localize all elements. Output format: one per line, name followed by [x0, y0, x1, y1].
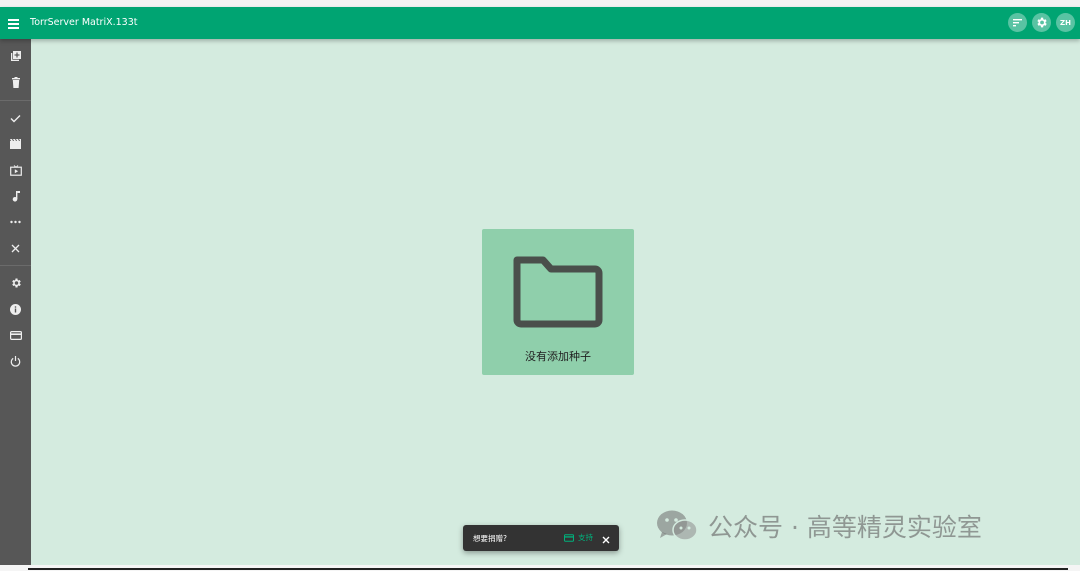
movie-icon: [10, 139, 21, 149]
sidebar-divider: [0, 100, 31, 101]
donation-snackbar: 想要捐赠? 支持: [463, 525, 619, 551]
watermark: 公众号 · 高等精灵实验室: [656, 506, 982, 546]
header-actions: ZH: [1008, 13, 1075, 33]
browser-top-strip: [0, 0, 1080, 7]
sidebar-item-add[interactable]: [0, 46, 31, 66]
bottom-edge-line: [28, 568, 1068, 570]
more-dots-icon: [10, 220, 21, 224]
wechat-icon: [657, 510, 698, 541]
credit-card-icon: [9, 330, 22, 340]
empty-state-card: 没有添加种子: [482, 229, 634, 375]
settings-button[interactable]: [1032, 13, 1051, 32]
sidebar-item-all[interactable]: [0, 108, 31, 128]
add-torrent-icon: [10, 51, 21, 61]
close-icon: [11, 244, 20, 252]
check-icon: [10, 114, 21, 122]
trash-icon: [11, 76, 20, 88]
sort-button[interactable]: [1008, 13, 1027, 32]
snackbar-message: 想要捐赠?: [473, 534, 507, 543]
power-icon: [10, 355, 21, 367]
sidebar-item-donate[interactable]: [0, 325, 31, 345]
folder-icon: [513, 256, 603, 328]
sidebar-item-music[interactable]: [0, 186, 31, 206]
tv-icon: [9, 164, 22, 176]
snackbar-close-button[interactable]: [600, 531, 612, 544]
info-icon: [10, 303, 21, 315]
hamburger-menu-icon[interactable]: [6, 15, 22, 31]
music-icon: [12, 190, 20, 202]
empty-state-text: 没有添加种子: [525, 350, 591, 363]
sidebar-item-settings[interactable]: [0, 273, 31, 293]
close-icon: [602, 536, 610, 544]
sidebar-item-close[interactable]: [0, 238, 31, 258]
credit-card-icon: [564, 533, 574, 542]
sidebar-item-remove-all[interactable]: [0, 72, 31, 92]
support-button[interactable]: 支持: [564, 532, 593, 543]
language-button[interactable]: ZH: [1056, 13, 1075, 32]
app-title: TorrServer MatriX.133t: [30, 17, 138, 28]
sidebar-divider: [0, 265, 31, 266]
sidebar-item-series[interactable]: [0, 160, 31, 180]
sidebar-item-shutdown[interactable]: [0, 351, 31, 371]
support-button-label: 支持: [578, 533, 593, 542]
watermark-text: 公众号 · 高等精灵实验室: [708, 513, 982, 542]
sidebar-item-movies[interactable]: [0, 134, 31, 154]
sidebar: [0, 39, 31, 565]
sort-icon: [1013, 19, 1022, 27]
app-header: TorrServer MatriX.133t ZH: [0, 7, 1080, 39]
gear-icon: [1037, 17, 1047, 28]
sidebar-item-other[interactable]: [0, 212, 31, 232]
settings-icon: [11, 278, 21, 288]
sidebar-item-about[interactable]: [0, 299, 31, 319]
